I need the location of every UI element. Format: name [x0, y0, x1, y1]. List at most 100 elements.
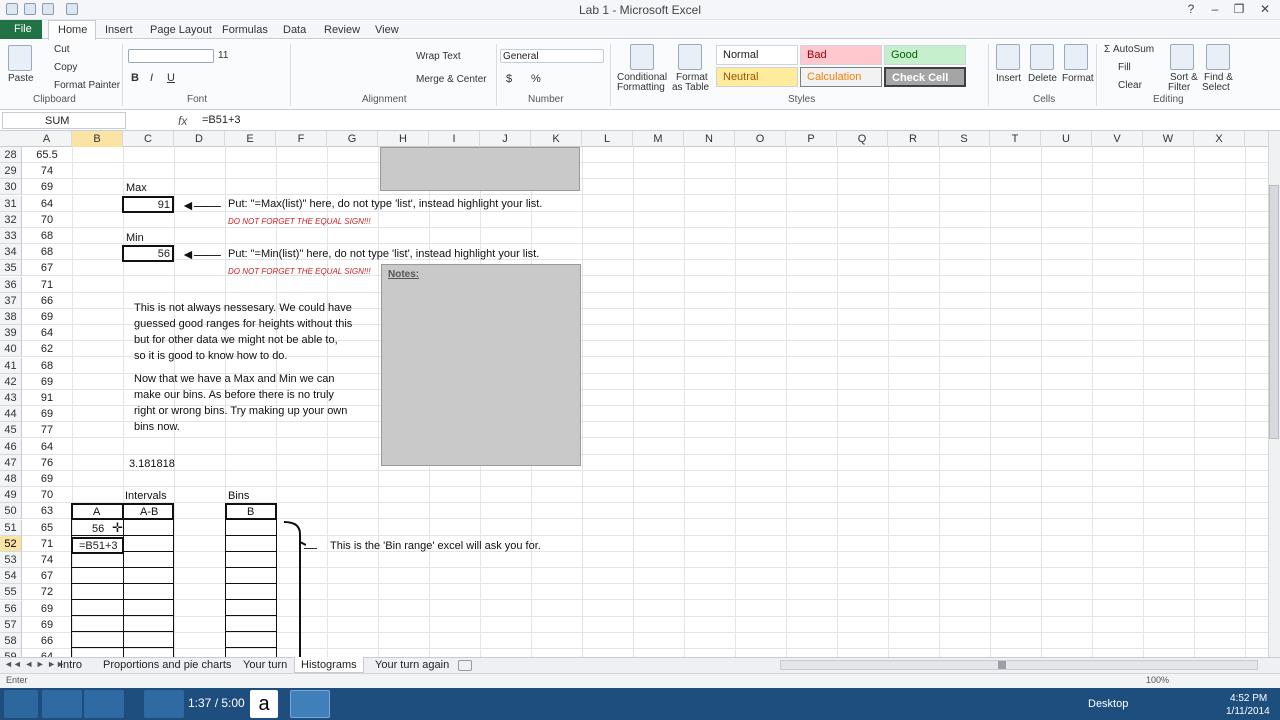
tab-data[interactable]: Data	[283, 24, 306, 36]
bin-cell[interactable]	[225, 616, 277, 632]
cell-a[interactable]: 68	[22, 244, 72, 260]
row-header[interactable]: 54	[0, 568, 22, 584]
clock-time[interactable]: 4:52 PM	[1230, 693, 1267, 704]
bin-cell[interactable]	[225, 552, 277, 568]
cell-a[interactable]: 69	[22, 406, 72, 422]
sheet-tab-your-turn-again[interactable]: Your turn again	[375, 659, 449, 671]
cell-a[interactable]: 70	[22, 212, 72, 228]
row-header[interactable]: 57	[0, 617, 22, 633]
restore-icon[interactable]: ❐	[1230, 2, 1248, 17]
cell-a[interactable]: 72	[22, 584, 72, 600]
header-a-b[interactable]: A-B	[140, 506, 158, 518]
new-sheet-icon[interactable]	[458, 660, 472, 671]
column-header-m[interactable]: M	[633, 131, 684, 147]
cell-a[interactable]: 69	[22, 309, 72, 325]
interval-cell-ab[interactable]	[123, 600, 174, 616]
row-header[interactable]: 38	[0, 309, 22, 325]
column-header-f[interactable]: F	[276, 131, 327, 147]
cell-b52-active[interactable]: =B51+3	[71, 537, 124, 554]
row-header[interactable]: 29	[0, 163, 22, 179]
conditional-formatting-label-2[interactable]: Formatting	[617, 82, 665, 93]
row-header[interactable]: 56	[0, 601, 22, 617]
underline-icon[interactable]: U	[167, 72, 175, 84]
cell-a[interactable]: 64	[22, 196, 72, 212]
taskbar-app-media[interactable]	[144, 690, 184, 718]
column-header-s[interactable]: S	[939, 131, 990, 147]
cell-a[interactable]: 74	[22, 163, 72, 179]
max-cell[interactable]: 91	[122, 196, 174, 213]
delete-cells-button[interactable]: Delete	[1028, 73, 1057, 84]
taskbar-app-folder[interactable]	[84, 690, 124, 718]
row-header[interactable]: 40	[0, 341, 22, 357]
column-header-i[interactable]: I	[429, 131, 480, 147]
find-select-icon[interactable]	[1206, 44, 1230, 70]
notes-box[interactable]: Notes:	[381, 264, 581, 466]
column-header-c[interactable]: C	[123, 131, 174, 147]
column-header-v[interactable]: V	[1092, 131, 1143, 147]
start-button[interactable]	[4, 690, 38, 718]
row-header[interactable]: 55	[0, 584, 22, 600]
delete-cells-icon[interactable]	[1030, 44, 1054, 70]
amazon-icon[interactable]: a	[250, 690, 278, 718]
style-check-cell[interactable]: Check Cell	[884, 67, 966, 87]
interval-cell-a[interactable]	[71, 568, 124, 584]
horizontal-scroll-thumb[interactable]	[998, 661, 1006, 669]
column-header-r[interactable]: R	[888, 131, 939, 147]
minimize-icon[interactable]: –	[1206, 2, 1224, 17]
cell-a[interactable]: 67	[22, 260, 72, 276]
interval-cell-ab[interactable]	[123, 632, 174, 648]
interval-cell-ab[interactable]	[123, 536, 174, 552]
format-cells-button[interactable]: Format	[1062, 73, 1094, 84]
name-box[interactable]: SUM	[2, 112, 126, 129]
column-header-n[interactable]: N	[684, 131, 735, 147]
cell-a[interactable]: 76	[22, 455, 72, 471]
column-header-t[interactable]: T	[990, 131, 1041, 147]
column-header-a[interactable]: A	[22, 131, 72, 147]
insert-cells-icon[interactable]	[996, 44, 1020, 70]
column-header-h[interactable]: H	[378, 131, 429, 147]
row-header[interactable]: 42	[0, 374, 22, 390]
insert-function-icon[interactable]: fx	[178, 114, 187, 128]
column-header-o[interactable]: O	[735, 131, 786, 147]
text-box-top[interactable]	[380, 147, 580, 191]
interval-cell-ab[interactable]	[123, 616, 174, 632]
tab-file[interactable]: File	[0, 20, 42, 39]
taskbar-app-ie[interactable]	[42, 690, 82, 718]
format-painter-button[interactable]: Format Painter	[42, 80, 120, 91]
percent-icon[interactable]: %	[531, 73, 541, 85]
cell-a[interactable]: 71	[22, 536, 72, 552]
help-icon[interactable]: ?	[1182, 2, 1200, 17]
column-header-w[interactable]: W	[1143, 131, 1194, 147]
row-header[interactable]: 30	[0, 179, 22, 195]
format-as-table-label-2[interactable]: as Table	[672, 82, 709, 93]
interval-cell-a[interactable]	[71, 616, 124, 632]
interval-cell-ab[interactable]	[123, 584, 174, 600]
bin-cell[interactable]	[225, 568, 277, 584]
tab-review[interactable]: Review	[324, 24, 360, 36]
cell-a[interactable]: 67	[22, 568, 72, 584]
header-a[interactable]: A	[93, 506, 100, 518]
sheet-tab-histograms[interactable]: Histograms	[294, 657, 364, 673]
row-header[interactable]: 45	[0, 422, 22, 438]
font-name-select[interactable]	[128, 49, 214, 63]
close-icon[interactable]: ✕	[1256, 2, 1274, 17]
interval-cell-a[interactable]	[71, 584, 124, 600]
tab-page-layout[interactable]: Page Layout	[150, 24, 212, 36]
copy-button[interactable]: Copy	[42, 62, 77, 73]
column-header-u[interactable]: U	[1041, 131, 1092, 147]
bin-cell[interactable]	[225, 600, 277, 616]
row-header[interactable]: 35	[0, 260, 22, 276]
cell-a[interactable]: 68	[22, 228, 72, 244]
row-header[interactable]: 47	[0, 455, 22, 471]
number-format-select[interactable]: General	[500, 49, 604, 63]
zoom-level[interactable]: 100%	[1146, 675, 1169, 685]
min-cell[interactable]: 56	[122, 245, 174, 262]
interval-cell-ab[interactable]	[123, 568, 174, 584]
tab-home[interactable]: Home	[48, 20, 96, 40]
format-as-table-icon[interactable]	[678, 44, 702, 70]
cell-a[interactable]: 65.5	[22, 147, 72, 163]
cell-a[interactable]: 70	[22, 487, 72, 503]
cell-a[interactable]: 65	[22, 520, 72, 536]
sort-filter-label-2[interactable]: Filter	[1168, 82, 1190, 93]
horizontal-scrollbar[interactable]	[780, 660, 1258, 670]
